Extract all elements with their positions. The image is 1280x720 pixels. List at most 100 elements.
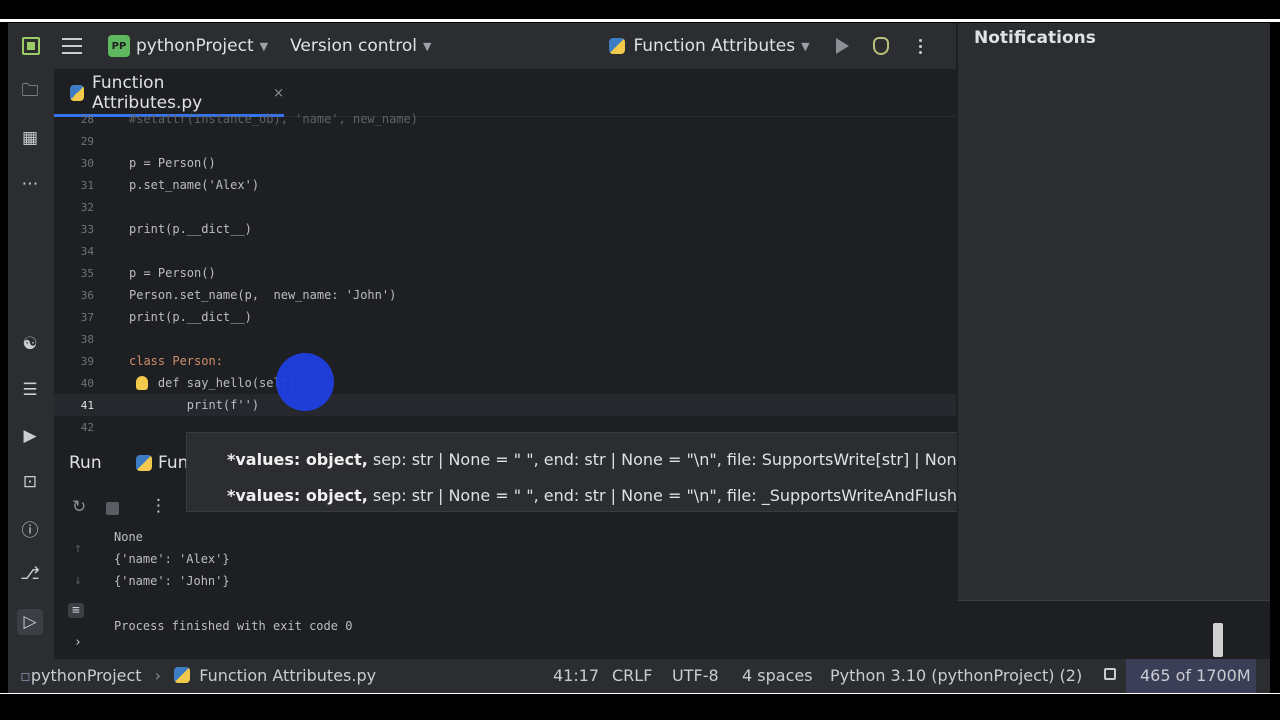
line-text: Person.set_name(p, new_name: 'John') bbox=[129, 288, 397, 302]
more-tools-icon[interactable]: ⋯ bbox=[19, 173, 41, 195]
console-output-line: Process finished with exit code 0 bbox=[114, 619, 353, 633]
more-actions-icon[interactable] bbox=[918, 38, 922, 54]
video-bottom-letterbox bbox=[0, 694, 1280, 720]
code-line: 40 def say_hello(self): bbox=[54, 372, 956, 394]
line-number: 41 bbox=[80, 398, 94, 412]
line-text: p = Person() bbox=[129, 156, 216, 170]
title-bar: PP pythonProject ▼ Version control ▼ Fun… bbox=[8, 23, 956, 69]
signature-params-rest: sep: str | None = " ", end: str | None =… bbox=[367, 486, 985, 505]
indent-setting[interactable]: 4 spaces bbox=[742, 666, 813, 685]
console-scrollbar[interactable] bbox=[1213, 623, 1223, 657]
line-number: 30 bbox=[80, 156, 94, 170]
line-number: 28 bbox=[80, 112, 94, 126]
file-encoding[interactable]: UTF-8 bbox=[672, 666, 719, 685]
line-text: p = Person() bbox=[129, 266, 216, 280]
problems-icon[interactable]: ⓘ bbox=[19, 517, 41, 541]
lock-icon[interactable] bbox=[1104, 668, 1116, 680]
code-line: 36 Person.set_name(p, new_name: 'John') bbox=[54, 284, 956, 306]
run-tab[interactable]: Fun bbox=[136, 453, 188, 473]
scroll-down-icon[interactable]: ↓ bbox=[74, 573, 82, 588]
python-packages-icon[interactable]: ☯ bbox=[19, 333, 41, 355]
console-output-line: None bbox=[114, 530, 143, 544]
console-output-line: {'name': 'John'} bbox=[114, 574, 230, 588]
debug-icon[interactable] bbox=[872, 37, 889, 55]
python-file-icon bbox=[174, 667, 191, 683]
video-top-letterbox bbox=[0, 0, 1280, 20]
project-badge: PP bbox=[108, 35, 130, 57]
python-interpreter[interactable]: Python 3.10 (pythonProject) (2) bbox=[830, 666, 1082, 685]
run-window-title: Run bbox=[69, 453, 102, 473]
stop-icon[interactable] bbox=[106, 502, 119, 515]
rerun-icon[interactable]: ↻ bbox=[72, 497, 86, 517]
code-line: 39 class Person: bbox=[54, 350, 956, 372]
status-bar: ▫pythonProject › Function Attributes.py … bbox=[8, 659, 1270, 693]
pycharm-logo-icon bbox=[22, 37, 40, 55]
line-text: print(p.__dict__) bbox=[129, 310, 252, 324]
signature-params-rest: sep: str | None = " ", end: str | None =… bbox=[367, 450, 986, 469]
line-text: print(f'') bbox=[129, 398, 260, 412]
code-line: 35 p = Person() bbox=[54, 262, 956, 284]
run-icon[interactable] bbox=[835, 38, 849, 54]
code-line: 29 bbox=[54, 130, 956, 152]
mouse-cursor-highlight bbox=[276, 353, 334, 411]
line-separator[interactable]: CRLF bbox=[612, 666, 652, 685]
layers-icon[interactable]: ☰ bbox=[19, 379, 41, 401]
line-number: 32 bbox=[80, 200, 94, 214]
breadcrumb[interactable]: ▫pythonProject › Function Attributes.py bbox=[20, 666, 376, 685]
line-number: 34 bbox=[80, 244, 94, 258]
code-line: 32 bbox=[54, 196, 956, 218]
left-tool-strip: 🗀 ▦ ⋯ ☯ ☰ ▶ ⊡ ⓘ ⎇ ▷ bbox=[8, 69, 54, 659]
current-code-line: 41 print(f'') bbox=[54, 394, 956, 416]
python-file-icon bbox=[609, 38, 626, 54]
main-menu-icon[interactable] bbox=[62, 38, 82, 54]
vcs-label: Version control bbox=[290, 36, 417, 56]
code-editor[interactable]: 28 #setattr(instance_ob), 'name', new_na… bbox=[54, 112, 956, 438]
python-file-icon bbox=[136, 455, 152, 471]
parameter-info-popup: *values: object, sep: str | None = " ", … bbox=[186, 432, 985, 512]
line-number: 37 bbox=[80, 310, 94, 324]
close-icon[interactable]: × bbox=[273, 86, 284, 101]
memory-usage: 465 of 1700M bbox=[1140, 666, 1251, 685]
folder-icon[interactable]: 🗀 bbox=[19, 81, 41, 103]
caret-position[interactable]: 41:17 bbox=[553, 666, 599, 685]
code-line: 28 #setattr(instance_ob), 'name', new_na… bbox=[54, 108, 956, 130]
code-line: 37 print(p.__dict__) bbox=[54, 306, 956, 328]
top-border-line bbox=[0, 19, 1280, 22]
line-text: p.set_name('Alex') bbox=[129, 178, 260, 192]
signature-row: *values: object, sep: str | None = " ", … bbox=[227, 486, 984, 505]
line-number: 40 bbox=[80, 376, 94, 390]
chevron-down-icon: ▼ bbox=[422, 39, 432, 53]
line-number: 35 bbox=[80, 266, 94, 280]
line-number: 38 bbox=[80, 332, 94, 346]
line-number: 36 bbox=[80, 288, 94, 302]
services-icon[interactable]: ▶ bbox=[19, 425, 41, 447]
version-control-menu[interactable]: Version control ▼ bbox=[290, 36, 431, 56]
line-number: 29 bbox=[80, 134, 94, 148]
run-config-name: Function Attributes bbox=[633, 36, 796, 56]
project-selector[interactable]: pythonProject ▼ bbox=[136, 36, 268, 56]
notifications-title: Notifications bbox=[974, 28, 1096, 48]
terminal-icon[interactable]: ⊡ bbox=[19, 471, 41, 493]
ide-window: PP pythonProject ▼ Version control ▼ Fun… bbox=[8, 23, 1270, 693]
signature-row: *values: object, sep: str | None = " ", … bbox=[227, 450, 985, 469]
signature-params-bold: *values: object, bbox=[227, 450, 368, 469]
more-options-icon[interactable]: ⋮ bbox=[150, 496, 167, 516]
structure-icon[interactable]: ▦ bbox=[19, 127, 41, 149]
run-config-selector[interactable]: Function Attributes ▼ bbox=[609, 36, 810, 56]
line-text: #setattr(instance_ob), 'name', new_name) bbox=[129, 112, 418, 126]
run-tab-label: Fun bbox=[158, 453, 189, 473]
line-text: class Person: bbox=[129, 354, 223, 368]
chevron-down-icon: ▼ bbox=[801, 39, 810, 53]
soft-wrap-icon[interactable]: ≡ bbox=[68, 603, 84, 618]
line-number: 31 bbox=[80, 178, 94, 192]
console-output-line: {'name': 'Alex'} bbox=[114, 552, 230, 566]
breadcrumb-project: pythonProject bbox=[30, 666, 142, 685]
code-line: 30 p = Person() bbox=[54, 152, 956, 174]
chevron-right-icon[interactable]: › bbox=[74, 635, 82, 650]
scroll-up-icon[interactable]: ↑ bbox=[74, 541, 82, 556]
breadcrumb-file: Function Attributes.py bbox=[199, 666, 377, 685]
run-tool-icon[interactable]: ▷ bbox=[17, 609, 43, 635]
line-number: 39 bbox=[80, 354, 94, 368]
git-icon[interactable]: ⎇ bbox=[19, 563, 41, 585]
project-name: pythonProject bbox=[136, 36, 254, 56]
